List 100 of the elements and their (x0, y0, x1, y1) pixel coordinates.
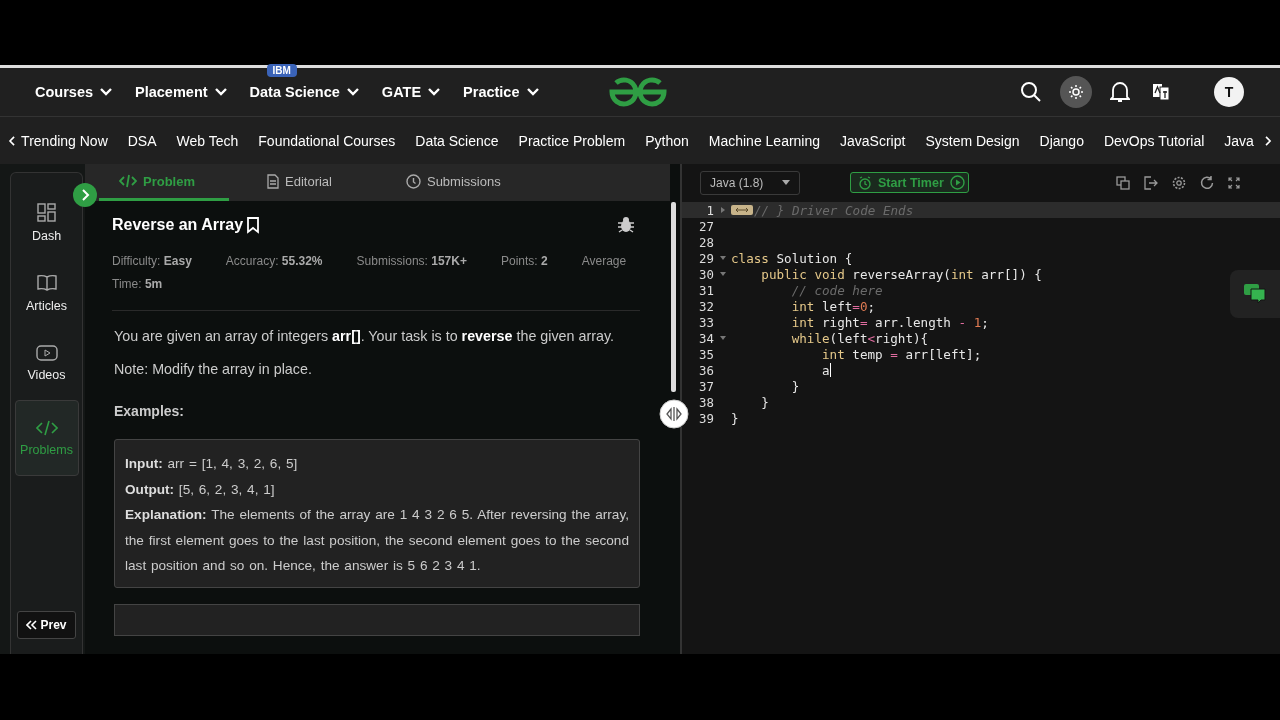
category-link[interactable]: Django (1029, 132, 1094, 149)
category-link[interactable]: Machine Learning (698, 132, 831, 149)
code-icon (35, 419, 58, 437)
caret-icon (782, 180, 790, 185)
code-line: int right= arr.length - 1; (790, 314, 989, 330)
document-icon (267, 173, 279, 189)
sidebar-item[interactable]: Videos (15, 328, 78, 398)
tab[interactable]: Submissions (367, 164, 537, 201)
bug-icon[interactable] (617, 216, 635, 234)
code-line: public void reverseArray(int arr[]) { (760, 266, 1042, 282)
line-number: 38 (698, 394, 714, 410)
category-link[interactable]: Python (635, 132, 699, 149)
chat-icon (1243, 283, 1267, 305)
fold-arrow-icon[interactable] (719, 271, 726, 277)
line-number: 1 (705, 202, 714, 218)
chevron-down-icon (213, 87, 228, 97)
start-timer-button[interactable]: Start Timer (850, 172, 969, 193)
code-line: } (731, 410, 739, 426)
tab[interactable]: Problem (99, 164, 229, 201)
examples-heading: Examples: (114, 403, 186, 419)
line-number: 37 (698, 378, 714, 394)
fold-arrow-icon[interactable] (719, 255, 726, 261)
line-number: 34 (698, 330, 714, 346)
category-link[interactable]: Web Tech (166, 132, 249, 149)
chevron-down-icon (345, 87, 360, 97)
book-icon (36, 273, 57, 293)
code-line: int temp = arr[left]; (821, 346, 982, 362)
export-icon[interactable] (1144, 175, 1158, 190)
code-line: // } Driver Code Ends (754, 202, 914, 218)
line-number: 36 (698, 362, 714, 378)
code-line: class Solution { (731, 250, 853, 266)
prev-button[interactable]: Prev (17, 611, 76, 639)
sidebar-label: Videos (27, 368, 66, 382)
grid-icon (36, 203, 57, 223)
line-number: 29 (698, 250, 714, 266)
chevron-down-icon (427, 87, 442, 97)
nav-menu-item[interactable]: Placement (124, 84, 239, 100)
logo-icon[interactable] (607, 77, 669, 107)
description-text: You are given an array of integers arr[]. Your task is to reverse the given array. (114, 328, 615, 344)
language-select[interactable]: Java (1.8) (700, 170, 800, 195)
category-link[interactable]: System Design (915, 132, 1030, 149)
video-icon (35, 344, 58, 362)
category-link[interactable]: Data Science (405, 132, 509, 149)
search-icon[interactable] (1020, 81, 1042, 103)
expand-icon[interactable] (73, 183, 97, 207)
code-line: int left=0; (790, 298, 876, 314)
line-number: 31 (698, 282, 714, 298)
line-number: 27 (698, 218, 714, 234)
copy-icon[interactable] (1116, 175, 1130, 190)
folded-code-icon[interactable] (731, 205, 753, 215)
fold-arrow-icon[interactable] (719, 207, 726, 213)
example-text: Explanation: The elements of the array are 1 4 3 2 6 5. After reversing the array, the first element goes to the last position, the second element goes to the second last position and so on. Hence, the answer is 5 6 2 3 4 1. (125, 506, 629, 575)
text-cursor (829, 363, 831, 377)
sidebar-label: Dash (31, 229, 62, 243)
fold-arrow-icon[interactable] (719, 335, 726, 341)
category-link[interactable]: Trending Now (16, 132, 118, 149)
nav-menu-item[interactable]: GATE (370, 84, 453, 100)
sidebar-item[interactable]: Problems (14, 400, 79, 476)
theme-toggle-button[interactable] (1060, 76, 1092, 108)
line-number: 28 (698, 234, 714, 250)
chevron-down-icon (525, 87, 540, 97)
category-link[interactable]: Java (1214, 132, 1264, 149)
code-line: } (760, 394, 769, 410)
nav-menu-item[interactable]: Courses (24, 84, 125, 100)
nav-badge: IBM (266, 64, 297, 77)
settings-icon[interactable] (1172, 175, 1186, 190)
clock-icon (405, 173, 421, 189)
sun-icon (1068, 84, 1084, 100)
line-number: 39 (698, 410, 714, 426)
code-icon (119, 174, 137, 188)
reset-icon[interactable] (1200, 175, 1214, 190)
sidebar-item[interactable]: Articles (15, 258, 78, 328)
line-number: 30 (698, 266, 714, 282)
sidebar-label: Problems (20, 443, 73, 457)
tab[interactable]: Editorial (229, 164, 368, 201)
play-icon (949, 175, 965, 190)
user-avatar[interactable]: T (1214, 77, 1244, 107)
bookmark-icon[interactable] (246, 216, 261, 234)
bell-icon[interactable] (1110, 81, 1130, 103)
code-line: while(left<right){ (790, 330, 929, 346)
category-link[interactable]: JavaScript (830, 132, 916, 149)
category-link[interactable]: DevOps Tutorial (1093, 132, 1215, 149)
line-number: 32 (698, 298, 714, 314)
translate-icon[interactable] (1152, 83, 1170, 101)
line-number: 33 (698, 314, 714, 330)
category-link[interactable]: Practice Problem (508, 132, 636, 149)
example-text: Output: [5, 6, 2, 3, 4, 1] (125, 480, 276, 499)
category-link[interactable]: DSA (117, 132, 167, 149)
line-number: 35 (698, 346, 714, 362)
code-line: // code here (790, 282, 883, 298)
fullscreen-icon[interactable] (1228, 176, 1240, 189)
double-chevron-left-icon (26, 620, 38, 630)
code-line: a (821, 362, 830, 378)
chat-button[interactable] (1230, 270, 1280, 318)
sidebar-label: Articles (26, 299, 67, 313)
description-text: Note: Modify the array in place. (114, 361, 313, 377)
code-line: } (790, 378, 800, 394)
sidebar-item[interactable]: Dash (15, 188, 78, 258)
nav-menu-item[interactable]: Practice (452, 84, 551, 100)
category-link[interactable]: Foundational Courses (248, 132, 406, 149)
